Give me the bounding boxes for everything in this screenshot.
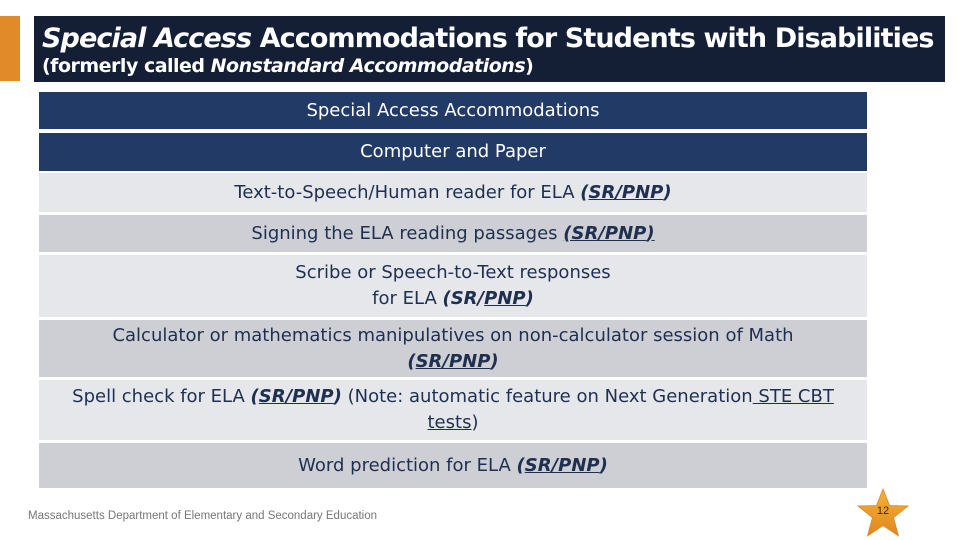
title-line-1: Special Access Accommodations for Studen… — [42, 22, 934, 56]
pnp-link[interactable]: PNP — [484, 288, 525, 309]
slide-title: Special Access Accommodations for Studen… — [34, 16, 945, 82]
table-header-text: Special Access Accommodations — [306, 99, 600, 121]
sr-pnp-link[interactable]: SR/PNP — [259, 386, 334, 407]
subtitle-italic: Nonstandard Accommodations — [210, 55, 526, 77]
sr-pnp-link[interactable]: SR/PNP — [416, 351, 491, 372]
table-header: Special Access Accommodations — [39, 92, 867, 129]
table-row: Scribe or Speech-to-Text responses for EL… — [39, 255, 867, 317]
sr-pnp-link[interactable]: SR/PNP — [525, 455, 600, 476]
row-text: Spell check for ELA — [72, 386, 251, 407]
row-text: Text-to-Speech/Human reader for ELA — [234, 181, 581, 203]
row-text: Signing the ELA reading passages — [251, 222, 564, 244]
row-text: Word prediction for ELA — [298, 454, 517, 476]
table-row: Word prediction for ELA (SR/PNP) — [39, 443, 867, 488]
row-text: Scribe or Speech-to-Text responses — [295, 262, 611, 283]
title-italic: Special Access — [42, 23, 252, 54]
sr-pnp-link[interactable]: SR/PNP — [589, 182, 664, 203]
row-text-2: for ELA — [372, 288, 443, 309]
table-row: Text-to-Speech/Human reader for ELA (SR/… — [39, 173, 867, 212]
table-row: Calculator or mathematics manipulatives … — [39, 320, 867, 377]
title-line-2: (formerly called Nonstandard Accommodati… — [42, 54, 534, 78]
sr-pnp-link[interactable]: SR/PNP — [572, 223, 647, 244]
subtitle-suffix: ) — [525, 55, 534, 77]
page-number: 12 — [876, 505, 890, 517]
table-row: Signing the ELA reading passages (SR/PNP… — [39, 215, 867, 252]
footer-organization: Massachusetts Department of Elementary a… — [28, 510, 378, 522]
table-row: Spell check for ELA (SR/PNP) (Note: auto… — [39, 380, 867, 440]
subtitle-prefix: (formerly called — [42, 55, 211, 77]
note-text: (Note: automatic feature on Next Generat… — [341, 386, 753, 407]
ste-cbt-link[interactable]: STE CBT — [753, 386, 833, 407]
table-subheader-text: Computer and Paper — [360, 141, 546, 162]
tests-link[interactable]: tests — [428, 412, 472, 433]
table-subheader: Computer and Paper — [39, 133, 867, 171]
accent-bar — [0, 16, 20, 81]
row-text: Calculator or mathematics manipulatives … — [112, 324, 794, 346]
title-rest: Accommodations for Students with Disabil… — [251, 23, 935, 54]
